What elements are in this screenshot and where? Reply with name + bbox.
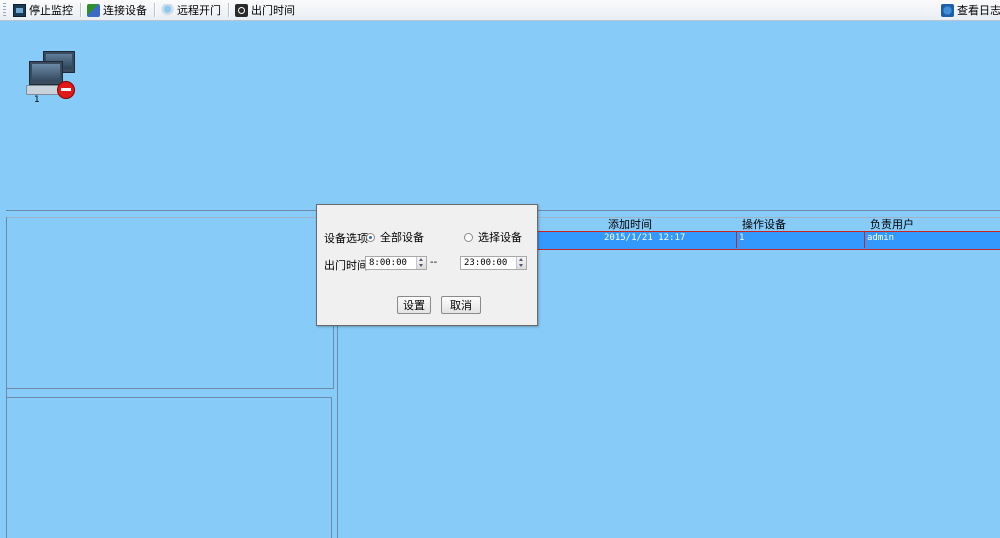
panel-divider (6, 388, 334, 389)
start-time-input[interactable]: 8:00:00 (365, 256, 427, 270)
radio-all-label: 全部设备 (380, 231, 424, 244)
disconnected-icon (57, 81, 75, 99)
exit-time-dialog: 设备选项 全部设备 选择设备 出门时间 8:00:00 -- 23:00:00 … (316, 204, 538, 326)
exit-time-button[interactable]: 出门时间 (232, 1, 300, 19)
end-time-value: 23:00:00 (464, 258, 508, 268)
toolbar-grip[interactable] (3, 3, 6, 17)
radio-select-devices[interactable]: 选择设备 (464, 229, 522, 245)
connect-device-label: 连接设备 (103, 4, 147, 17)
log-icon (941, 3, 954, 17)
panel-border (6, 217, 7, 538)
connect-device-icon (87, 3, 100, 17)
cell-device: 1 (736, 232, 744, 248)
stop-monitor-button[interactable]: 停止监控 (10, 1, 78, 19)
device-item[interactable]: 1 (26, 49, 86, 119)
stop-monitor-label: 停止监控 (29, 4, 73, 17)
exit-time-field-label: 出门时间 (324, 259, 368, 272)
monitor-stop-icon (13, 3, 26, 17)
column-header-add-time[interactable]: 添加时间 (608, 219, 652, 231)
cancel-button[interactable]: 取消 (441, 296, 481, 314)
remote-door-button[interactable]: 远程开门 (158, 1, 226, 19)
device-number: 1 (34, 95, 40, 105)
radio-all-devices[interactable]: 全部设备 (366, 229, 424, 245)
computer-icon (29, 61, 63, 85)
spinner-icon[interactable] (516, 257, 526, 269)
panel-border (331, 397, 332, 538)
exit-time-label: 出门时间 (251, 4, 295, 17)
connect-device-button[interactable]: 连接设备 (84, 1, 152, 19)
radio-select-label: 选择设备 (478, 231, 522, 244)
toolbar: 停止监控 连接设备 远程开门 出门时间 查看日志 (0, 0, 1000, 21)
view-log-button[interactable]: 查看日志 (938, 1, 1000, 19)
remote-door-label: 远程开门 (177, 4, 221, 17)
time-separator: -- (430, 257, 438, 268)
cell-add-time: 2015/1/21 12:17 (604, 233, 686, 243)
device-panel: 1 (6, 31, 1000, 210)
radio-unchecked-icon (464, 232, 473, 242)
end-time-input[interactable]: 23:00:00 (460, 256, 527, 270)
spinner-icon[interactable] (416, 257, 426, 269)
toolbar-separator (154, 3, 156, 17)
radio-checked-icon (366, 232, 375, 242)
view-log-label: 查看日志 (957, 4, 1000, 17)
toolbar-separator (80, 3, 82, 17)
column-header-user[interactable]: 负责用户 (870, 219, 914, 231)
set-button[interactable]: 设置 (397, 296, 431, 314)
clock-icon (235, 3, 248, 17)
panel-divider (6, 397, 332, 398)
start-time-value: 8:00:00 (369, 258, 407, 268)
cell-user: admin (864, 232, 894, 248)
device-option-label: 设备选项 (324, 232, 368, 245)
remote-door-icon (161, 3, 174, 17)
column-header-device[interactable]: 操作设备 (742, 219, 786, 231)
toolbar-separator (228, 3, 230, 17)
